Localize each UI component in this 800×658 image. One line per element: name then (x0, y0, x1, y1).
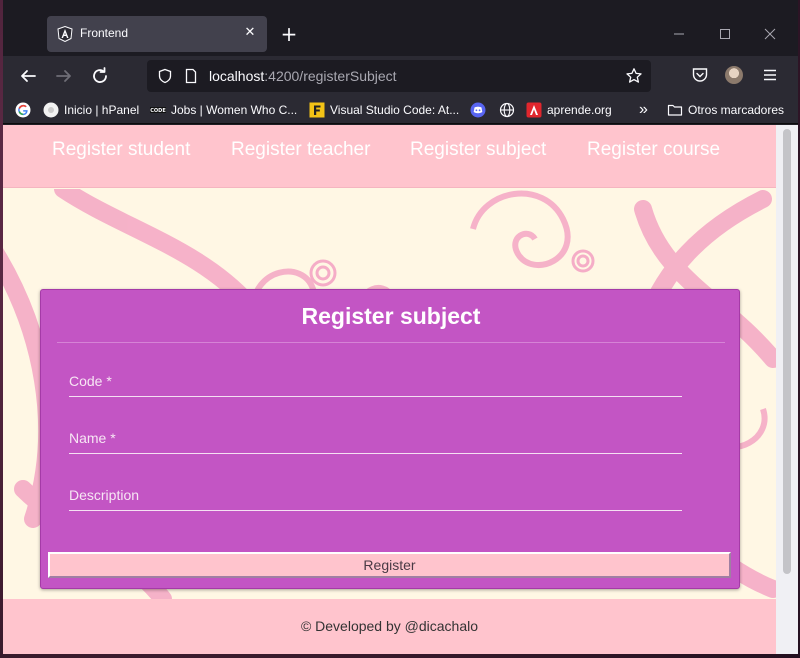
url-text[interactable]: localhost:4200/registerSubject (209, 68, 397, 84)
vscode-f-icon (309, 102, 325, 118)
bookmark-label: Inicio | hPanel (64, 103, 140, 117)
bookmark-globe[interactable] (499, 101, 515, 119)
description-field-label: Description (69, 487, 140, 503)
nav-link-register-course[interactable]: Register course (587, 139, 720, 161)
hamburger-menu-icon[interactable] (761, 66, 779, 84)
bookmarks-bar: Inicio | hPanel CODE Jobs | Women Who C.… (3, 96, 798, 124)
code-icon: CODE (150, 102, 166, 118)
bookmark-google[interactable] (15, 101, 31, 119)
bookmark-label: Visual Studio Code: At... (330, 103, 460, 117)
form-title: Register subject (301, 303, 481, 329)
star-bookmark-icon[interactable] (625, 67, 643, 85)
globe-icon (499, 102, 515, 118)
bookmark-vscode[interactable]: Visual Studio Code: At... (309, 101, 459, 119)
google-icon (15, 102, 31, 118)
nav-link-register-subject[interactable]: Register subject (410, 139, 546, 161)
description-field[interactable]: Description (69, 481, 682, 511)
svg-text:CODE: CODE (150, 108, 166, 114)
bookmark-discord[interactable] (470, 101, 486, 119)
discord-icon (470, 102, 486, 118)
page-footer: © Developed by @dicachalo (3, 599, 776, 654)
title-divider (57, 342, 725, 343)
back-arrow-icon[interactable] (15, 63, 41, 89)
footer-credit: © Developed by @dicachalo (300, 618, 479, 634)
register-subject-form-card: Register subject Code * Name * Descripti… (40, 289, 740, 589)
close-icon[interactable] (760, 24, 780, 44)
vertical-scrollbar[interactable] (776, 125, 798, 654)
register-button[interactable]: Register (48, 552, 731, 578)
title-bar: Frontend ✕ + (3, 0, 798, 56)
bookmark-jobs-wwc[interactable]: CODE Jobs | Women Who C... (150, 101, 297, 119)
pocket-icon[interactable] (691, 66, 709, 84)
nav-link-register-student[interactable]: Register student (52, 139, 190, 161)
page-viewport: Register student Register teacher Regist… (3, 125, 776, 654)
scrollbar-thumb[interactable] (783, 129, 791, 574)
app-header: Register student Register teacher Regist… (3, 125, 776, 188)
tab-title: Frontend (80, 26, 129, 40)
angular-icon (57, 25, 73, 43)
bookmark-hpanel[interactable]: Inicio | hPanel (43, 101, 139, 119)
other-bookmarks-label: Otros marcadores (688, 103, 785, 117)
address-bar[interactable]: localhost:4200/registerSubject (147, 60, 651, 92)
plus-icon[interactable]: + (279, 24, 299, 44)
bookmark-aprende[interactable]: aprende.org (526, 101, 612, 119)
bookmark-label: aprende.org (547, 103, 612, 117)
close-icon[interactable]: ✕ (241, 24, 259, 42)
maximize-icon[interactable] (715, 24, 735, 44)
reload-icon[interactable] (87, 63, 113, 89)
folder-icon (667, 102, 683, 118)
navigation-toolbar: localhost:4200/registerSubject (3, 56, 798, 96)
url-path: :4200/registerSubject (264, 68, 397, 84)
name-field-label: Name * (69, 430, 116, 446)
code-field-label: Code * (69, 373, 112, 389)
bookmarks-overflow-chevron-icon[interactable]: » (639, 101, 648, 119)
hpanel-icon (43, 102, 59, 118)
code-field[interactable]: Code * (69, 367, 682, 397)
account-avatar-icon[interactable] (725, 66, 743, 84)
forward-arrow-icon[interactable] (51, 63, 77, 89)
aprende-icon (526, 102, 542, 118)
browser-window: Frontend ✕ + localhost:4200/registerSubj… (3, 0, 798, 654)
nav-link-register-teacher[interactable]: Register teacher (231, 139, 370, 161)
tab-frontend[interactable]: Frontend ✕ (47, 16, 267, 52)
name-field[interactable]: Name * (69, 424, 682, 454)
bookmark-label: Jobs | Women Who C... (171, 103, 298, 117)
page-info-icon[interactable] (183, 68, 199, 84)
other-bookmarks[interactable]: Otros marcadores (667, 101, 784, 119)
url-host: localhost (209, 68, 265, 84)
minimize-icon[interactable] (669, 24, 689, 44)
shield-icon[interactable] (157, 68, 173, 84)
